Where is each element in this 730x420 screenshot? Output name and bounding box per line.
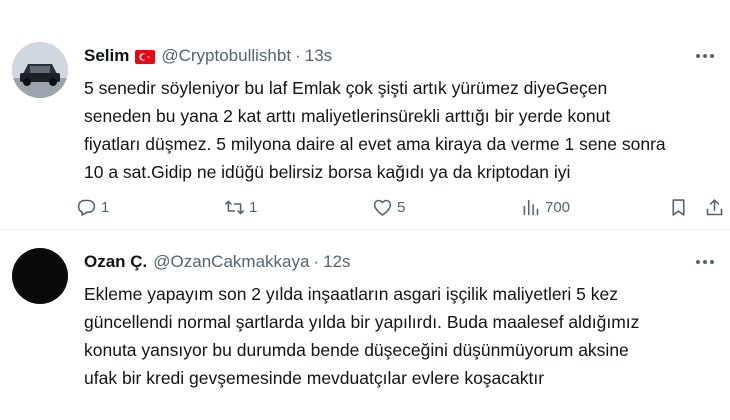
tweet-header: Ozan Ç. @OzanCakmakkaya · 12s xyxy=(84,250,351,274)
tweet-ozan[interactable]: Ozan Ç. @OzanCakmakkaya · 12s Ekleme yap… xyxy=(0,230,730,420)
tweet-text-line: konuta yansıyor bu durumda bende düşeceğ… xyxy=(84,340,629,360)
separator-dot: · xyxy=(313,252,320,271)
like-button[interactable]: 5 xyxy=(372,193,405,221)
tweet-selim[interactable]: Selim @Cryptobullishbt · 13s 5 senedir s… xyxy=(0,30,730,230)
views-icon xyxy=(523,199,539,215)
avatar[interactable] xyxy=(12,42,68,98)
avatar[interactable] xyxy=(12,248,68,304)
tweet-header: Selim @Cryptobullishbt · 13s xyxy=(84,44,332,68)
retweet-button[interactable]: 1 xyxy=(224,193,257,221)
retweet-count: 1 xyxy=(249,198,258,216)
username-handle[interactable]: @OzanCakmakkaya xyxy=(153,252,309,272)
display-name[interactable]: Ozan Ç. xyxy=(84,252,147,272)
bookmark-icon xyxy=(672,198,685,216)
display-name[interactable]: Selim xyxy=(84,46,129,66)
tweet-text-line: Ekleme yapayım son 2 yılda inşaatların a… xyxy=(84,284,618,304)
turkey-flag-icon xyxy=(135,49,156,64)
like-count: 5 xyxy=(397,198,406,216)
reply-icon xyxy=(77,199,96,216)
views-button[interactable]: 700 xyxy=(520,193,570,221)
tweet-text-line: 10 a sat.Gidip ne idüğü belirsiz borsa k… xyxy=(84,162,571,182)
tweet-text-line: güncellendi normal şartlarda yılda bir y… xyxy=(84,312,640,332)
more-icon[interactable] xyxy=(694,251,716,273)
tweet-text-line: fiyatları düşmez. 5 milyona daire al eve… xyxy=(84,134,666,154)
timestamp[interactable]: 13s xyxy=(305,46,332,66)
like-icon xyxy=(373,199,392,216)
tweet-actions: 1 1 5 700 xyxy=(76,193,726,221)
reply-button[interactable]: 1 xyxy=(76,193,109,221)
tweet-text: 5 senedir söyleniyor bu laf Emlak çok şi… xyxy=(84,74,714,186)
bookmark-button[interactable] xyxy=(668,193,689,221)
tweet-text-line: seneden bu yana 2 kat arttı maliyetlerin… xyxy=(84,106,611,126)
share-icon xyxy=(706,198,723,215)
username-handle[interactable]: @Cryptobullishbt xyxy=(161,46,291,66)
retweet-icon xyxy=(224,200,245,214)
share-button[interactable] xyxy=(704,193,725,221)
view-count: 700 xyxy=(545,198,571,216)
tweet-text-line: ufak bir kredi gevşemesinde mevduatçılar… xyxy=(84,368,545,388)
more-icon[interactable] xyxy=(694,45,716,67)
reply-count: 1 xyxy=(101,198,110,216)
tweet-text-line: 5 senedir söyleniyor bu laf Emlak çok şi… xyxy=(84,78,608,98)
car-avatar-icon xyxy=(12,42,68,98)
separator-dot: · xyxy=(295,46,301,65)
tweet-text: Ekleme yapayım son 2 yılda inşaatların a… xyxy=(84,280,714,392)
timestamp[interactable]: 12s xyxy=(323,252,350,272)
